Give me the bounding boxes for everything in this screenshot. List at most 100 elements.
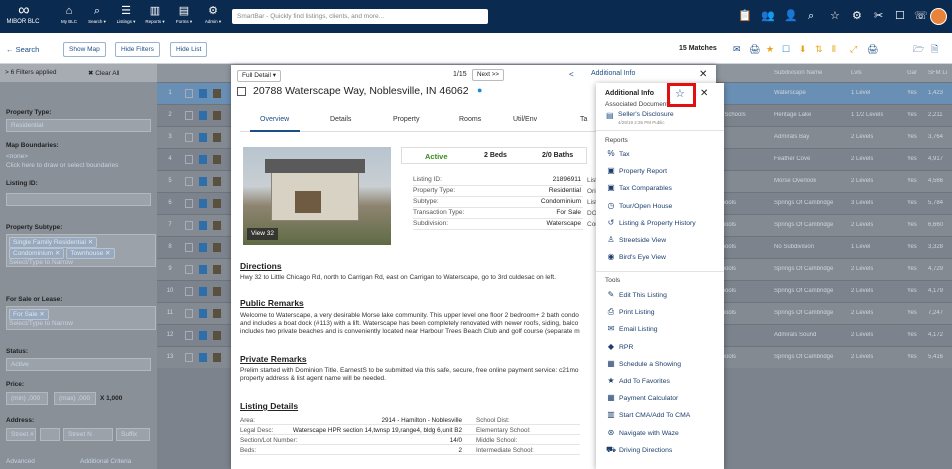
- row-thumbnail[interactable]: [213, 177, 221, 186]
- email-icon[interactable]: ✉: [733, 44, 741, 54]
- row-checkbox[interactable]: [185, 265, 193, 274]
- row-checkbox[interactable]: [185, 331, 193, 340]
- smartbar-input[interactable]: SmartBar - Quickly find listings, client…: [232, 9, 488, 24]
- menu-item-tour-open-house[interactable]: ◷ Tour/Open House: [605, 199, 719, 212]
- menu-item-email-listing[interactable]: ✉ Email Listing: [605, 322, 719, 335]
- subtype-chip[interactable]: Single Family Residential ✕: [9, 237, 98, 248]
- map-pin-icon[interactable]: [199, 353, 207, 362]
- menu-item-add-to-favorites[interactable]: ★ Add To Favorites: [605, 374, 719, 387]
- menu-item-schedule-a-showing[interactable]: ▦ Schedule a Showing: [605, 357, 719, 370]
- hide-filters-button[interactable]: Hide Filters: [115, 42, 160, 57]
- suffix-input[interactable]: Suffix: [116, 428, 150, 441]
- filters-applied-label[interactable]: > 6 Filters applied: [5, 69, 57, 76]
- nav-my-blc[interactable]: ⌂ My BLC: [56, 5, 82, 25]
- saved-search-icon[interactable]: ⌕: [808, 10, 814, 23]
- row-checkbox[interactable]: [185, 111, 193, 120]
- sort-icon[interactable]: ⇅: [815, 44, 823, 54]
- row-thumbnail[interactable]: [213, 287, 221, 296]
- close-icon[interactable]: ✕: [700, 88, 708, 99]
- price-multiplier-checkbox[interactable]: X 1,000: [100, 395, 122, 402]
- tab-util-env[interactable]: Util/Env: [513, 116, 537, 123]
- tab-details[interactable]: Details: [330, 116, 351, 123]
- nav-reports[interactable]: ▥ Reports ▾: [142, 5, 168, 25]
- listing-photo[interactable]: View 32: [243, 147, 391, 245]
- select-listing-checkbox[interactable]: [237, 87, 246, 96]
- map-pin-icon[interactable]: [199, 89, 207, 98]
- row-checkbox[interactable]: [185, 89, 193, 98]
- next-button[interactable]: Next >>: [472, 69, 505, 81]
- map-pin-icon[interactable]: [199, 287, 207, 296]
- property-type-select[interactable]: Residential: [6, 119, 151, 132]
- map-pin-icon[interactable]: [199, 265, 207, 274]
- menu-item-tax-comparables[interactable]: ▣ Tax Comparables: [605, 181, 719, 194]
- window-icon[interactable]: ☐: [895, 10, 905, 23]
- print-icon[interactable]: 🖨: [749, 44, 760, 54]
- document-icon[interactable]: 🗎: [931, 44, 938, 54]
- clear-all-button[interactable]: ✖ Clear All: [88, 69, 119, 77]
- nav-admin[interactable]: ⚙ Admin ▾: [200, 5, 226, 25]
- close-icon[interactable]: ✕: [699, 69, 707, 80]
- row-thumbnail[interactable]: [213, 331, 221, 340]
- row-thumbnail[interactable]: [213, 309, 221, 318]
- map-pin-icon[interactable]: [199, 309, 207, 318]
- nav-search[interactable]: ⌕ Search ▾: [84, 5, 110, 25]
- clipboard-icon[interactable]: 📋: [738, 10, 752, 23]
- sale-lease-select[interactable]: For Sale ✕ Select/Type to Narrow: [6, 306, 156, 330]
- nav-forms[interactable]: ▤ Forms ▾: [171, 5, 197, 25]
- map-pin-icon[interactable]: [199, 221, 207, 230]
- subtype-chip[interactable]: Townhouse ✕: [66, 248, 115, 259]
- tab-tax[interactable]: Ta: [580, 116, 587, 123]
- folder-icon[interactable]: 🗁: [913, 44, 924, 54]
- menu-item-start-cma-add-to-cma[interactable]: ▥ Start CMA/Add To CMA: [605, 408, 719, 421]
- row-thumbnail[interactable]: [213, 221, 221, 230]
- row-thumbnail[interactable]: [213, 265, 221, 274]
- price-min-input[interactable]: (min) ,000: [6, 392, 48, 405]
- draw-boundaries-link[interactable]: Click here to draw or select boundaries: [6, 161, 118, 170]
- column-header[interactable]: Gar: [907, 70, 917, 76]
- user-icon[interactable]: 👤: [784, 10, 798, 23]
- property-subtype-select[interactable]: Single Family Residential ✕ Condominium …: [6, 234, 156, 267]
- row-thumbnail[interactable]: [213, 243, 221, 252]
- share-icon[interactable]: <: [569, 70, 574, 79]
- row-checkbox[interactable]: [185, 309, 193, 318]
- column-header[interactable]: SFM Li: [928, 70, 947, 76]
- menu-item-edit-this-listing[interactable]: ✎ Edit This Listing: [605, 288, 719, 301]
- favorite-icon[interactable]: ★: [766, 44, 774, 54]
- menu-item-navigate-with-waze[interactable]: ⊛ Navigate with Waze: [605, 426, 719, 439]
- print-list-icon[interactable]: 🖨: [867, 44, 878, 54]
- row-thumbnail[interactable]: [213, 111, 221, 120]
- menu-item-streetside-view[interactable]: ♙ Streetside View: [605, 233, 719, 246]
- chart-icon[interactable]: ⤢: [850, 44, 857, 54]
- menu-item-tax[interactable]: % Tax: [605, 147, 719, 160]
- show-map-button[interactable]: Show Map: [63, 42, 106, 57]
- price-max-input[interactable]: (max) ,000: [54, 392, 96, 405]
- row-checkbox[interactable]: [185, 177, 193, 186]
- row-checkbox[interactable]: [185, 353, 193, 362]
- additional-criteria-button[interactable]: Additional Criteria: [80, 457, 131, 466]
- row-checkbox[interactable]: [185, 155, 193, 164]
- photo-count-badge[interactable]: View 32: [247, 228, 279, 240]
- mibor-logo[interactable]: ∞ MIBOR BLC: [6, 3, 40, 26]
- map-pin-icon[interactable]: [199, 111, 207, 120]
- tab-property[interactable]: Property: [393, 116, 419, 123]
- street-number-input[interactable]: Street #: [6, 428, 36, 441]
- contacts-icon[interactable]: 👥: [761, 10, 775, 23]
- map-pin-icon[interactable]: [199, 331, 207, 340]
- row-checkbox[interactable]: [185, 221, 193, 230]
- tab-overview[interactable]: Overview: [260, 116, 289, 123]
- sale-chip[interactable]: For Sale ✕: [9, 309, 49, 320]
- map-pin-icon[interactable]: [199, 155, 207, 164]
- menu-item-payment-calculator[interactable]: ▦ Payment Calculator: [605, 391, 719, 404]
- settings-icon[interactable]: ⚙: [852, 10, 862, 23]
- additional-info-link[interactable]: Additional Info: [591, 70, 635, 77]
- star-icon[interactable]: ☆: [830, 10, 840, 23]
- subtype-chip[interactable]: Condominium ✕: [9, 248, 65, 259]
- sellers-disclosure-link[interactable]: Seller's Disclosure: [618, 111, 674, 118]
- row-thumbnail[interactable]: [213, 199, 221, 208]
- row-thumbnail[interactable]: [213, 89, 221, 98]
- menu-item-bird-s-eye-view[interactable]: ◉ Bird's Eye View: [605, 250, 719, 263]
- menu-item-rpr[interactable]: ◆ RPR: [605, 340, 719, 353]
- map-pin-icon[interactable]: [199, 133, 207, 142]
- stats-icon[interactable]: ⫴: [832, 44, 836, 54]
- row-checkbox[interactable]: [185, 133, 193, 142]
